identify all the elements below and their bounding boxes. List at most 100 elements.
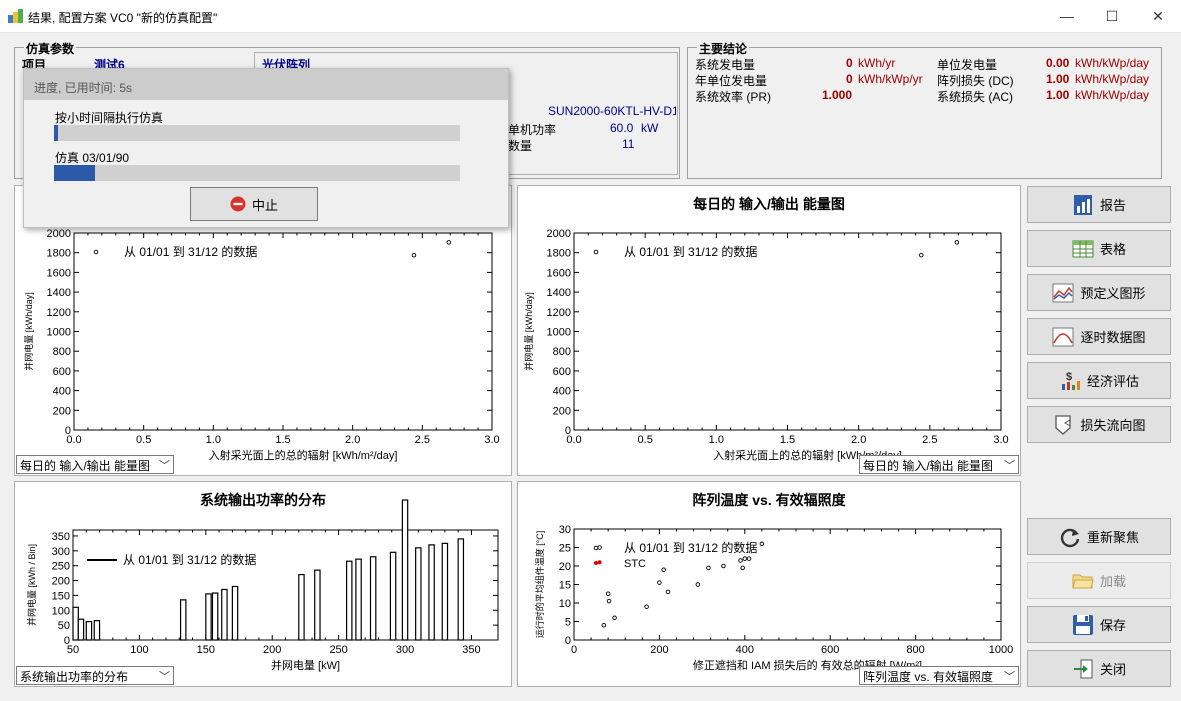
chevron-down-icon: ﹀ [159, 460, 170, 472]
save-button[interactable]: 保存 [1027, 606, 1171, 643]
close-button[interactable]: 关闭 [1027, 650, 1171, 687]
y-tick-label: 800 [53, 346, 71, 358]
chart-panel-top-left: 0.0 0.5 1.0 1.5 2.0 2.5 3.0 0 200 400 600 800 1000 12… [14, 185, 512, 476]
x-tick-label: 250 [329, 644, 347, 656]
y-tick-label: 100 [52, 605, 70, 617]
result-value-energy: 0 [846, 56, 853, 70]
folder-icon [1072, 570, 1094, 592]
data-point [759, 541, 765, 547]
data-point [411, 252, 417, 258]
inverter-model: SUN2000-60KTL-HV-D1-001 [548, 104, 676, 118]
data-point [597, 545, 602, 550]
result-value-dc-loss: 1.00 [1046, 72, 1070, 86]
chart-select-bottom-right[interactable]: 阵列温度 vs. 有效辐照度 ﹀ [859, 666, 1019, 685]
y-tick-label: 50 [58, 620, 70, 632]
data-point [954, 240, 960, 245]
plot-frame [573, 232, 1002, 431]
y-tick-label: 600 [553, 366, 571, 378]
hourly-graph-button[interactable]: 逐时数据图 [1027, 318, 1171, 355]
y-tick-label: 1200 [547, 307, 571, 319]
table-icon [1072, 238, 1094, 260]
x-tick-label: 200 [263, 644, 281, 656]
result-value-ac-loss: 1.00 [1046, 88, 1070, 102]
y-tick-label: 1000 [47, 327, 71, 339]
data-point [742, 556, 748, 561]
title-bar: 结果, 配置方案 VC0 "新的仿真配置" — ☐ ✕ [0, 0, 1181, 33]
y-tick-label: 200 [53, 405, 71, 417]
chart-panel-bottom-left: 系统输出功率的分布 50 100 150 200 250 300 350 0 50 100 150 2… [14, 481, 512, 687]
data-point [721, 563, 726, 569]
chart-panel-bottom-right: 阵列温度 vs. 有效辐照度 0 200 400 600 800 1000 0 5 10 15 20… [517, 481, 1021, 687]
x-tick-label: 3.0 [993, 434, 1008, 446]
loss-diagram-button[interactable]: 损失流向图 [1027, 406, 1171, 443]
x-tick-label: 800 [906, 644, 924, 656]
legend-stc-marker [594, 561, 598, 565]
result-unit-specific-yr: kWh/kWp/yr [858, 72, 923, 86]
histogram-bar [298, 573, 305, 641]
y-tick-label: 600 [53, 366, 71, 378]
y-tick-label: 1600 [47, 267, 71, 279]
progress-bar-hourly [54, 125, 460, 141]
y-tick-label: 1400 [47, 287, 71, 299]
y-tick-label: 1600 [547, 267, 571, 279]
table-button[interactable]: 表格 [1027, 230, 1171, 267]
x-axis-label: 并网电量 [kW] [271, 658, 340, 672]
histogram-bar [77, 618, 85, 641]
refocus-button[interactable]: 重新聚焦 [1027, 518, 1171, 555]
histogram-bar [314, 569, 321, 641]
data-point [644, 604, 649, 609]
y-tick-label: 150 [52, 590, 70, 602]
chart-array-temp: 0 200 400 600 800 1000051015202530修正遮挡和 IAM 损… [534, 524, 1013, 672]
progress-bar-sim [54, 165, 460, 181]
result-label-energy: 系统发电量 [695, 58, 756, 72]
stop-button[interactable]: 中止 [190, 187, 318, 221]
chart-select-top-right[interactable]: 每日的 输入/输出 能量图 ﹀ [859, 455, 1019, 474]
result-label-specific-yr: 年单位发电量 [695, 74, 768, 88]
histogram-bar [345, 560, 353, 641]
histogram-bar [355, 558, 362, 641]
x-tick-label: 2.5 [415, 434, 430, 446]
histogram-bar [369, 556, 377, 641]
legend-label: 从 01/01 到 31/12 的数据 [123, 552, 256, 567]
chart-io-energy-left: 0.0 0.5 1.0 1.5 2.0 2.5 3.00200400600800100012… [23, 228, 500, 462]
economic-button[interactable]: $ 经济评估 [1027, 362, 1171, 399]
x-tick-label: 200 [650, 644, 668, 656]
report-button[interactable]: 报告 [1027, 186, 1171, 223]
unit-power-unit: kW [641, 121, 659, 135]
chart-select-bottom-left[interactable]: 系统输出功率的分布 ﹀ [16, 666, 174, 685]
x-tick-label: 0 [571, 644, 577, 656]
progress-header: 进度, 已用时间: 5s [24, 69, 508, 100]
data-point [601, 622, 607, 628]
result-label-specific-day: 单位发电量 [937, 58, 998, 72]
legend-marker [593, 249, 599, 255]
x-tick-label: 300 [396, 644, 414, 656]
x-tick-label: 2.0 [851, 434, 866, 446]
minimize-button[interactable]: — [1044, 0, 1090, 32]
y-tick-label: 250 [52, 561, 70, 573]
data-point [606, 598, 612, 604]
x-axis-label: 入射采光面上的总的辐射 [kWh/m²/day] [209, 448, 398, 462]
maximize-button[interactable]: ☐ [1089, 0, 1135, 32]
y-tick-label: 30 [559, 524, 571, 536]
data-point [706, 565, 711, 571]
data-point [665, 589, 671, 595]
app-icon [8, 9, 23, 23]
load-button[interactable]: 加载 [1027, 562, 1171, 599]
data-point [695, 582, 701, 587]
chevron-down-icon: ﹀ [159, 671, 170, 683]
chart-select-top-left[interactable]: 每日的 输入/输出 能量图 ﹀ [16, 455, 174, 474]
close-window-button[interactable]: ✕ [1135, 0, 1181, 32]
data-point [612, 615, 617, 621]
y-tick-label: 0 [64, 635, 70, 647]
y-tick-label: 1400 [547, 287, 571, 299]
data-point [446, 240, 452, 245]
data-point [746, 556, 752, 561]
predefined-graph-button[interactable]: 预定义图形 [1027, 274, 1171, 311]
histogram-bar [231, 585, 239, 641]
legend-marker [93, 249, 99, 255]
histogram-bar [72, 606, 79, 641]
y-tick-label: 2000 [47, 228, 71, 240]
result-unit-ac-loss: kWh/kWp/day [1075, 88, 1150, 102]
y-tick-label: 1000 [547, 327, 571, 339]
y-tick-label: 300 [52, 546, 70, 558]
